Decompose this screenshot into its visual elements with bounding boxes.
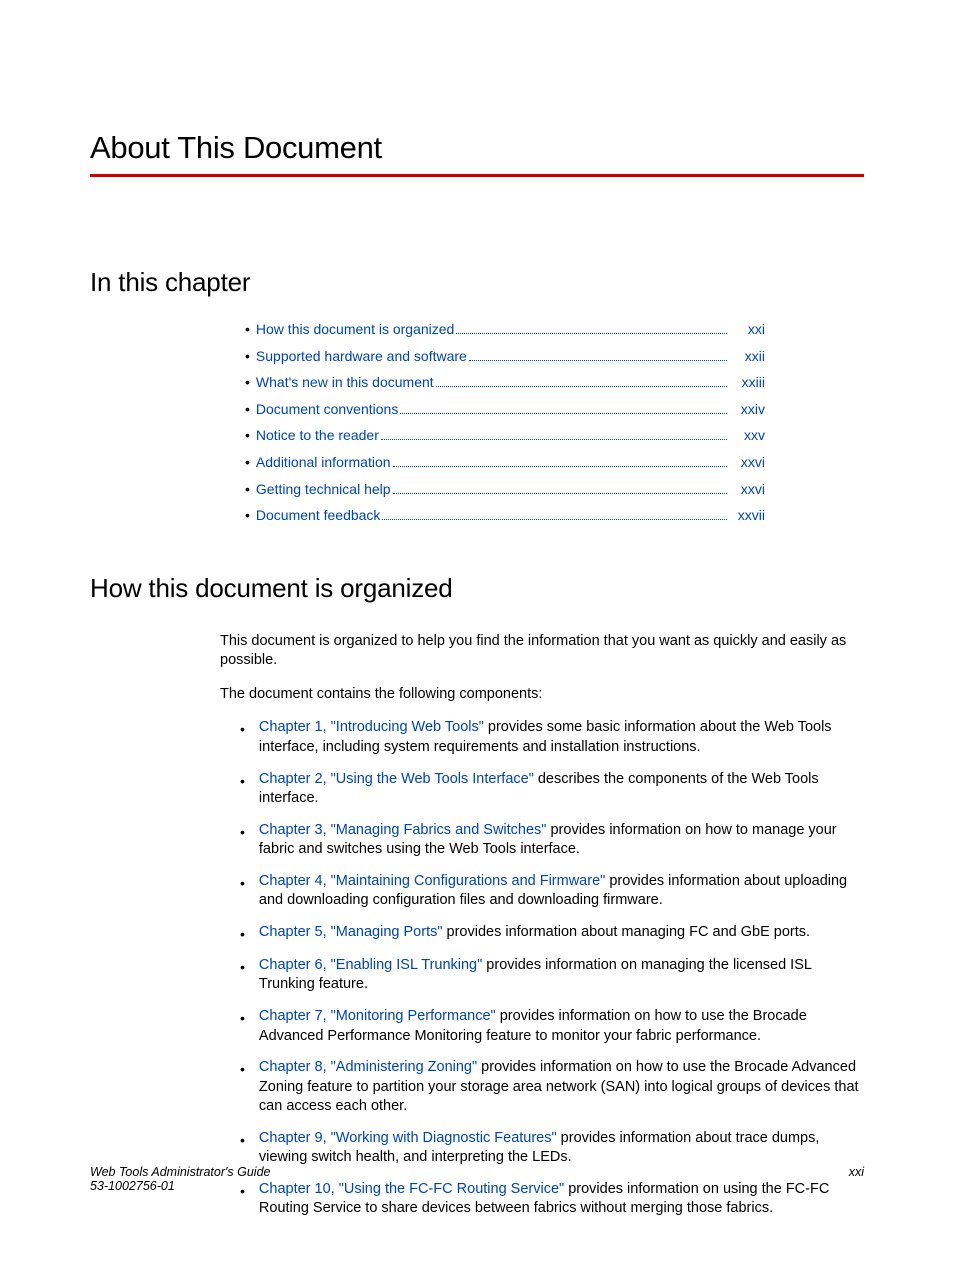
chapter-description: provides information about managing FC a…	[443, 924, 811, 940]
toc-row: •Supported hardware and software xxii	[245, 343, 765, 370]
list-item: • Chapter 2, "Using the Web Tools Interfa…	[240, 770, 864, 809]
page-footer: Web Tools Administrator's Guide 53-10027…	[90, 1165, 864, 1193]
page-title: About This Document	[90, 130, 864, 166]
list-item: • Chapter 6, "Enabling ISL Trunking" prov…	[240, 956, 864, 995]
toc-link[interactable]: Getting technical help	[256, 476, 391, 503]
toc-leader-dots	[393, 493, 727, 494]
toc-link[interactable]: Additional information	[256, 449, 391, 476]
toc-leader-dots	[400, 413, 727, 414]
intro-paragraph-1: This document is organized to help you f…	[220, 632, 864, 671]
toc-link[interactable]: What's new in this document	[256, 369, 434, 396]
bullet-icon: •	[245, 502, 250, 529]
chapter-link[interactable]: Chapter 9, "Working with Diagnostic Feat…	[259, 1130, 557, 1146]
list-item: • Chapter 7, "Monitoring Performance" pro…	[240, 1007, 864, 1046]
title-rule	[90, 174, 864, 177]
chapter-text: Chapter 9, "Working with Diagnostic Feat…	[259, 1129, 864, 1168]
bullet-icon: •	[245, 316, 250, 343]
toc-leader-dots	[469, 360, 727, 361]
bullet-icon: •	[240, 823, 245, 860]
chapter-text: Chapter 4, "Maintaining Configurations a…	[259, 872, 864, 911]
toc-row: •Getting technical help xxvi	[245, 476, 765, 503]
chapter-text: Chapter 7, "Monitoring Performance" prov…	[259, 1007, 864, 1046]
bullet-icon: •	[240, 925, 245, 944]
chapter-text: Chapter 3, "Managing Fabrics and Switche…	[259, 821, 864, 860]
chapter-link[interactable]: Chapter 1, "Introducing Web Tools"	[259, 719, 484, 735]
toc-link[interactable]: Document conventions	[256, 396, 398, 423]
toc-link[interactable]: Notice to the reader	[256, 422, 379, 449]
toc-leader-dots	[456, 333, 727, 334]
toc-leader-dots	[381, 439, 727, 440]
toc-link[interactable]: Supported hardware and software	[256, 343, 467, 370]
chapter-text: Chapter 1, "Introducing Web Tools" provi…	[259, 718, 864, 757]
section-heading-in-this-chapter: In this chapter	[90, 267, 864, 298]
bullet-icon: •	[240, 1131, 245, 1168]
chapter-link[interactable]: Chapter 7, "Monitoring Performance"	[259, 1008, 496, 1024]
toc-link[interactable]: How this document is organized	[256, 316, 454, 343]
chapter-link[interactable]: Chapter 5, "Managing Ports"	[259, 924, 443, 940]
toc-page-number[interactable]: xxvi	[731, 449, 765, 476]
toc-page-number[interactable]: xxvi	[731, 476, 765, 503]
list-item: • Chapter 1, "Introducing Web Tools" prov…	[240, 718, 864, 757]
bullet-icon: •	[240, 874, 245, 911]
bullet-icon: •	[240, 720, 245, 757]
bullet-icon: •	[245, 449, 250, 476]
toc-page-number[interactable]: xxvii	[731, 502, 765, 529]
bullet-icon: •	[245, 369, 250, 396]
chapter-link[interactable]: Chapter 4, "Maintaining Configurations a…	[259, 873, 605, 889]
chapter-text: Chapter 6, "Enabling ISL Trunking" provi…	[259, 956, 864, 995]
chapter-text: Chapter 5, "Managing Ports" provides inf…	[259, 923, 864, 944]
bullet-icon: •	[240, 1060, 245, 1117]
chapter-link[interactable]: Chapter 6, "Enabling ISL Trunking"	[259, 957, 482, 973]
list-item: •Chapter 8, "Administering Zoning" provi…	[240, 1058, 864, 1117]
footer-doc-number: 53-1002756-01	[90, 1179, 270, 1193]
chapter-link[interactable]: Chapter 3, "Managing Fabrics and Switche…	[259, 822, 547, 838]
toc-page-number[interactable]: xxi	[731, 316, 765, 343]
toc-row: •Document feedback xxvii	[245, 502, 765, 529]
toc-leader-dots	[393, 466, 727, 467]
bullet-icon: •	[245, 422, 250, 449]
bullet-icon: •	[245, 476, 250, 503]
list-item: • Chapter 4, "Maintaining Configurations …	[240, 872, 864, 911]
chapter-list: • Chapter 1, "Introducing Web Tools" prov…	[240, 718, 864, 1219]
toc-row: •How this document is organized xxi	[245, 316, 765, 343]
bullet-icon: •	[245, 343, 250, 370]
toc-row: •Notice to the reader xxv	[245, 422, 765, 449]
chapter-text: Chapter 2, "Using the Web Tools Interfac…	[259, 770, 864, 809]
bullet-icon: •	[240, 772, 245, 809]
toc-page-number[interactable]: xxiv	[731, 396, 765, 423]
toc-page-number[interactable]: xxii	[731, 343, 765, 370]
section-heading-how-organized: How this document is organized	[90, 573, 864, 604]
toc-link[interactable]: Document feedback	[256, 502, 381, 529]
list-item: • Chapter 5, "Managing Ports" provides in…	[240, 923, 864, 944]
bullet-icon: •	[245, 396, 250, 423]
footer-page-number: xxi	[849, 1165, 864, 1193]
toc-row: •What's new in this document xxiii	[245, 369, 765, 396]
chapter-link[interactable]: Chapter 8, "Administering Zoning"	[259, 1059, 477, 1075]
toc-row: •Document conventions xxiv	[245, 396, 765, 423]
toc-leader-dots	[436, 386, 727, 387]
toc-page-number[interactable]: xxv	[731, 422, 765, 449]
toc-list: •How this document is organizedxxi•Suppo…	[245, 316, 765, 529]
chapter-text: Chapter 8, "Administering Zoning" provid…	[259, 1058, 864, 1117]
toc-leader-dots	[382, 519, 727, 520]
list-item: • Chapter 9, "Working with Diagnostic Fea…	[240, 1129, 864, 1168]
bullet-icon: •	[240, 958, 245, 995]
toc-page-number[interactable]: xxiii	[731, 369, 765, 396]
list-item: • Chapter 3, "Managing Fabrics and Switch…	[240, 821, 864, 860]
footer-doc-title: Web Tools Administrator's Guide	[90, 1165, 270, 1179]
bullet-icon: •	[240, 1009, 245, 1046]
toc-row: •Additional information xxvi	[245, 449, 765, 476]
intro-paragraph-2: The document contains the following comp…	[220, 685, 864, 705]
chapter-link[interactable]: Chapter 2, "Using the Web Tools Interfac…	[259, 771, 534, 787]
